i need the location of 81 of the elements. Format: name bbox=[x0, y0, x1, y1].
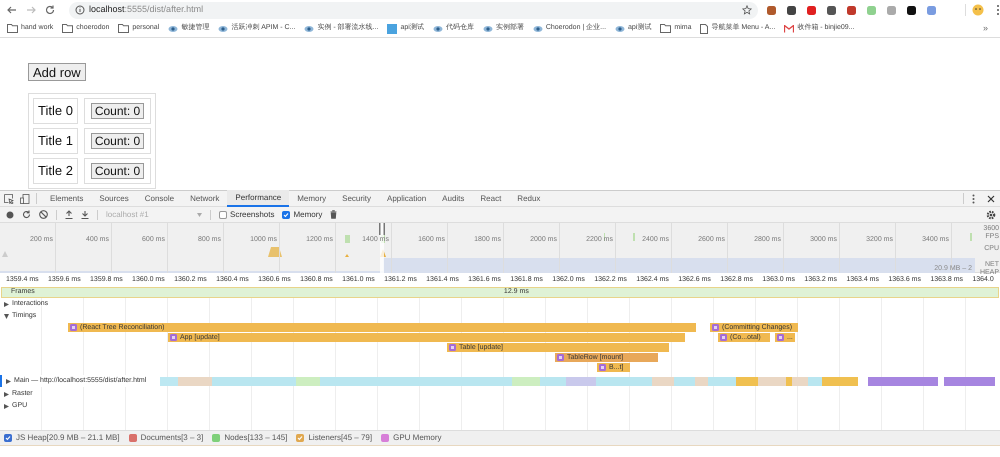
checkbox-label: Screenshots bbox=[230, 208, 274, 220]
mail-icon bbox=[784, 24, 794, 32]
react-component-icon bbox=[449, 344, 456, 351]
devtools-tab[interactable]: Performance bbox=[227, 190, 290, 207]
table-cell: Title 1 bbox=[33, 128, 78, 154]
devtools-tab[interactable]: Audits bbox=[434, 190, 472, 207]
counter-label: Listeners[45 – 79] bbox=[308, 432, 372, 444]
square-icon bbox=[387, 24, 398, 34]
react-component-icon bbox=[170, 334, 177, 341]
counter-checkbox[interactable] bbox=[4, 434, 12, 442]
counter-label: Nodes[133 – 145] bbox=[224, 432, 288, 444]
folder-icon bbox=[660, 24, 672, 33]
caret-icon bbox=[197, 212, 202, 216]
star-icon[interactable] bbox=[742, 5, 752, 15]
checkbox-label: Memory bbox=[293, 208, 322, 220]
expand-arrow-icon[interactable] bbox=[4, 392, 9, 396]
count-button[interactable]: Count: 0 bbox=[90, 163, 144, 179]
clear-icon[interactable] bbox=[39, 210, 48, 219]
settings-icon[interactable] bbox=[986, 210, 996, 220]
counter-label: GPU Memory bbox=[393, 432, 442, 444]
folder-icon bbox=[7, 24, 18, 33]
extension-icon[interactable] bbox=[906, 4, 918, 16]
folder-icon bbox=[118, 24, 130, 33]
info-icon bbox=[75, 5, 85, 15]
devtools-tab[interactable]: Sources bbox=[91, 190, 137, 207]
counter-checkbox[interactable] bbox=[212, 434, 220, 442]
more-bookmarks-button[interactable]: » bbox=[982, 22, 988, 36]
react-component-icon bbox=[557, 354, 564, 361]
record-icon[interactable] bbox=[6, 210, 14, 218]
address-bar[interactable]: localhost:5555/dist/after.html bbox=[69, 2, 758, 18]
devtools-tab[interactable]: Application bbox=[379, 190, 434, 207]
table-cell: Title 0 bbox=[33, 98, 78, 124]
trash-icon[interactable] bbox=[330, 210, 338, 219]
eye-icon bbox=[168, 24, 178, 34]
inspect-element-icon[interactable] bbox=[4, 194, 14, 204]
devtools-tab[interactable]: Security bbox=[334, 190, 380, 207]
checkbox[interactable] bbox=[219, 210, 227, 218]
folder-icon bbox=[62, 24, 74, 33]
react-component-icon bbox=[599, 364, 606, 371]
counter-checkbox[interactable] bbox=[128, 434, 137, 442]
profile-avatar-icon[interactable] bbox=[972, 4, 984, 16]
devtools-tab[interactable]: React bbox=[472, 190, 510, 207]
more-menu-icon[interactable] bbox=[972, 194, 975, 204]
extension-icon[interactable] bbox=[786, 4, 798, 16]
devtools-tab[interactable]: Redux bbox=[509, 190, 548, 207]
expand-arrow-icon[interactable] bbox=[4, 302, 9, 306]
upload-icon[interactable] bbox=[65, 210, 73, 219]
devtools-tab[interactable]: Console bbox=[136, 190, 182, 207]
expand-arrow-icon[interactable] bbox=[4, 404, 9, 408]
more-menu-icon[interactable] bbox=[996, 4, 1000, 16]
eye-icon bbox=[482, 24, 493, 34]
table-cell: Title 2 bbox=[33, 158, 78, 184]
eye-icon bbox=[432, 24, 443, 34]
react-component-icon bbox=[70, 324, 77, 331]
devtools-tab[interactable]: Elements bbox=[42, 190, 92, 207]
back-icon[interactable] bbox=[7, 5, 17, 15]
eye-icon bbox=[532, 24, 543, 34]
eye-icon bbox=[304, 24, 314, 34]
eye-icon bbox=[615, 24, 626, 34]
devtools-tab[interactable]: Network bbox=[182, 190, 228, 207]
close-icon[interactable] bbox=[987, 194, 995, 202]
add-row-button[interactable]: Add row bbox=[28, 63, 86, 81]
expand-arrow-icon[interactable] bbox=[6, 378, 11, 384]
url-text: localhost:5555/dist/after.html bbox=[89, 3, 204, 16]
counter-label: Documents[3 – 3] bbox=[140, 432, 204, 444]
extension-icon[interactable] bbox=[826, 4, 838, 16]
counter-label: JS Heap[20.9 MB – 21.1 MB] bbox=[16, 432, 120, 444]
counter-checkbox[interactable] bbox=[296, 434, 304, 442]
device-toolbar-icon[interactable] bbox=[20, 194, 30, 204]
eye-icon bbox=[218, 24, 228, 34]
counter-checkbox[interactable] bbox=[381, 434, 390, 442]
checkbox[interactable] bbox=[282, 210, 290, 218]
collapse-arrow-icon[interactable] bbox=[4, 314, 9, 318]
count-button[interactable]: Count: 0 bbox=[90, 103, 144, 119]
reload-icon[interactable] bbox=[45, 5, 55, 15]
count-button[interactable]: Count: 0 bbox=[90, 133, 144, 149]
download-icon[interactable] bbox=[81, 210, 89, 219]
page-icon bbox=[700, 24, 708, 34]
devtools-tab[interactable]: Memory bbox=[289, 190, 334, 207]
react-component-icon bbox=[777, 334, 784, 341]
reload-icon[interactable] bbox=[22, 210, 31, 219]
